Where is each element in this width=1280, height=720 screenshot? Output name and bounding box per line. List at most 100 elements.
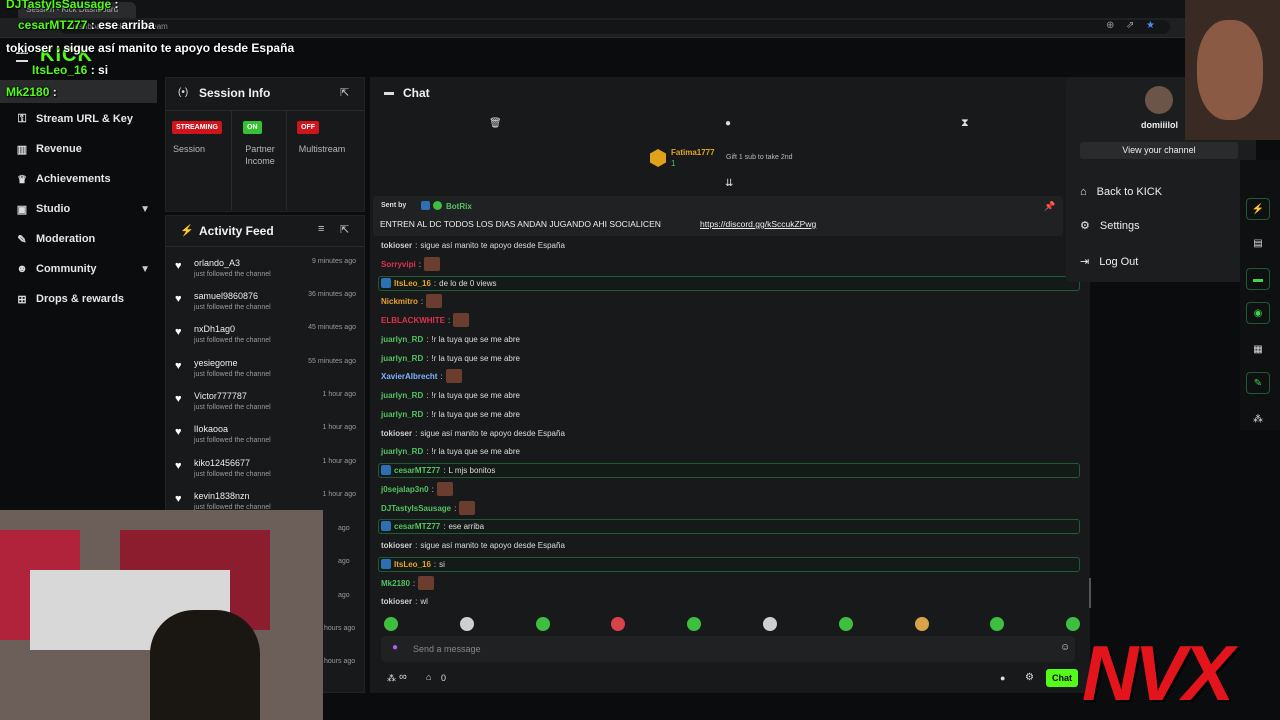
heart-icon: ♥ (175, 393, 182, 405)
gear-icon: ⚙ (1080, 220, 1090, 232)
emote-icon[interactable] (459, 617, 474, 631)
chat-bubble-icon[interactable]: ▬ (1246, 268, 1270, 290)
chat-username[interactable]: Nickmitro (381, 297, 418, 306)
chat-username[interactable]: ItsLeo_16 (394, 279, 431, 288)
heart-icon: ♥ (175, 326, 182, 338)
gift-user[interactable]: Fatima1777 (671, 148, 715, 157)
chat-separator: : (454, 503, 457, 513)
share-icon[interactable]: ⇗ (1126, 20, 1134, 31)
layout-icon[interactable]: ▦ (1246, 338, 1270, 360)
sidebar-item-stream-key[interactable]: ⚿ Stream URL & Key (16, 108, 162, 130)
points-icon[interactable]: ⁂ (387, 673, 396, 684)
trash-icon[interactable]: 🗑 (489, 118, 502, 129)
chat-message: tokioser: sigue así manito te apoyo desde… (381, 237, 565, 253)
emote-icon[interactable] (763, 617, 777, 631)
chat-username[interactable]: cesarMTZ77 (394, 522, 440, 531)
broadcast-icon[interactable]: ◉ (1246, 302, 1270, 324)
chat-username[interactable]: juarlyn_RD (381, 410, 423, 419)
chat-username[interactable]: Mk2180 (381, 579, 410, 588)
chat-username[interactable]: XavierAlbrecht (381, 372, 437, 381)
pin-icon[interactable]: 📌 (1044, 201, 1055, 212)
chat-username[interactable]: tokioser (381, 429, 412, 438)
chat-username[interactable]: juarlyn_RD (381, 391, 423, 400)
chat-separator: : (426, 409, 429, 419)
mic-icon[interactable]: ● (392, 642, 398, 653)
popout-icon[interactable]: ⇱ (340, 223, 349, 236)
facecam-feed (1185, 0, 1280, 140)
chat-input-placeholder: Send a message (413, 644, 481, 654)
chat-text: !r la tuya que se me abre (431, 409, 520, 419)
chat-username[interactable]: juarlyn_RD (381, 447, 423, 456)
popout-icon[interactable]: ⇱ (340, 86, 349, 99)
list-item: ♥ orlando_A3 just followed the channel 9 mi… (175, 258, 356, 278)
logout-item[interactable]: ⇥ Log Out (1080, 255, 1138, 269)
tab-strip: Session - Kick Dashboard (0, 0, 1280, 18)
bolt-icon[interactable]: ⚡ (1246, 198, 1270, 220)
emote-icon[interactable] (535, 617, 550, 631)
scroll-down-icon[interactable]: ⇊ (725, 178, 733, 189)
chat-text: !r la tuya que se me abre (431, 390, 520, 400)
chat-text: si (439, 559, 445, 569)
partner-income-badge: ON (243, 121, 262, 134)
document-icon[interactable]: ▤ (1246, 232, 1270, 254)
sidebar-item-drops[interactable]: ⊞ Drops & rewards (16, 288, 162, 310)
emote-icon (418, 576, 435, 590)
chat-panel (370, 77, 1090, 693)
chat-input[interactable] (381, 636, 1075, 662)
pinned-author[interactable]: BotRix (446, 202, 472, 211)
chat-text: sigue así manito te apoyo desde España (420, 240, 565, 250)
chat-message: juarlyn_RD: !r la tuya que se me abre (381, 387, 520, 403)
chat-message: juarlyn_RD: !r la tuya que se me abre (381, 350, 520, 366)
emote-icon[interactable] (384, 617, 398, 631)
sidebar-item-studio[interactable]: ▣ Studio ▼ (16, 198, 162, 220)
emote-icon[interactable] (914, 617, 929, 631)
divider (286, 110, 287, 210)
zoom-icon[interactable]: ⊕ (1106, 20, 1114, 31)
chat-username[interactable]: DJTastyIsSausage (381, 504, 451, 513)
hourglass-icon[interactable]: ⧗ (961, 117, 969, 130)
sidebar-item-achievements[interactable]: ♛ Achievements (16, 168, 162, 190)
sidebar-item-moderation[interactable]: ✎ Moderation (16, 228, 162, 250)
chat-username[interactable]: Sorryvipi (381, 260, 416, 269)
emoji-icon[interactable]: ☺ (1060, 642, 1070, 653)
chat-username[interactable]: ItsLeo_16 (394, 560, 431, 569)
gear-icon[interactable]: ⚙ (1025, 672, 1034, 683)
gift-cta[interactable]: Gift 1 sub to take 2nd (726, 154, 793, 161)
emote-icon[interactable] (838, 617, 853, 631)
chat-username[interactable]: j0sejalap3n0 (381, 485, 429, 494)
star-icon[interactable]: ★ (1146, 20, 1155, 31)
people-icon: ☻ (16, 263, 28, 275)
pinned-message (373, 196, 1063, 236)
emote-icon (423, 257, 440, 271)
community-icon[interactable]: ⁂ (1246, 408, 1270, 430)
back-to-kick-item[interactable]: ⌂ Back to KICK (1080, 186, 1162, 198)
feed-time: hours ago (324, 625, 356, 632)
wrench-icon[interactable]: ✎ (1246, 372, 1270, 394)
chat-username[interactable]: tokioser (381, 597, 412, 606)
settings-item[interactable]: ⚙ Settings (1080, 219, 1140, 233)
store-icon[interactable]: ⌂ (426, 672, 431, 682)
send-chat-button[interactable]: Chat (1046, 669, 1078, 687)
sidebar-item-revenue[interactable]: ▥ Revenue (16, 138, 162, 160)
filter-icon[interactable]: ≡ (318, 223, 324, 235)
chat-separator: : (426, 334, 429, 344)
avatar[interactable] (1145, 86, 1173, 114)
chat-bubble-icon[interactable]: ● (1000, 673, 1005, 683)
chat-username[interactable]: juarlyn_RD (381, 354, 423, 363)
chat-username[interactable]: tokioser (381, 541, 412, 550)
address-bar[interactable]: dashboard.kick.com/stream (60, 20, 1170, 34)
pinned-link[interactable]: https://discord.gg/kSccukZPwg (700, 219, 816, 229)
chat-message: DJTastyIsSausage: (381, 500, 476, 516)
chat-message: juarlyn_RD: !r la tuya que se me abre (381, 331, 520, 347)
chat-message: tokioser: sigue así manito te apoyo desde… (381, 537, 565, 553)
chat-username[interactable]: ELBLACKWHITE (381, 316, 445, 325)
chat-username[interactable]: tokioser (381, 241, 412, 250)
overlay-chat-line: ItsLeo_16 : si (32, 63, 109, 77)
chat-username[interactable]: juarlyn_RD (381, 335, 423, 344)
chat-username[interactable]: cesarMTZ77 (394, 466, 440, 475)
message-icon[interactable]: ● (725, 118, 731, 129)
view-channel-button[interactable]: View your channel (1080, 142, 1238, 159)
wrench-icon: ✎ (17, 233, 27, 246)
scrollbar[interactable] (1089, 578, 1091, 608)
sidebar-item-community[interactable]: ☻ Community ▼ (16, 258, 162, 280)
